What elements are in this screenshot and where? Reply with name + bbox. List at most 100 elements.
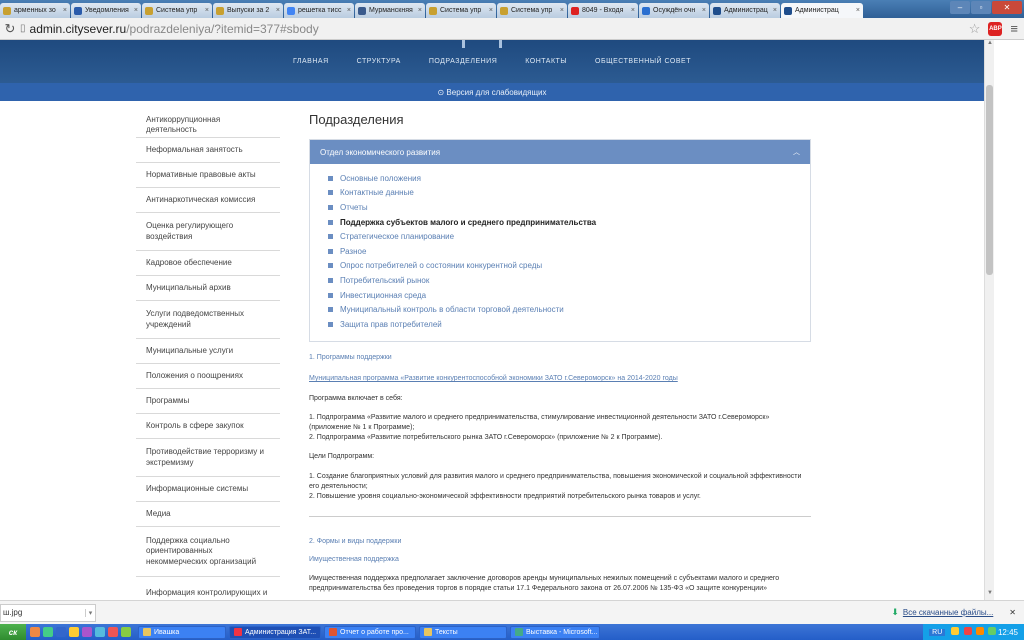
browser-tab[interactable]: Администрац × (781, 3, 863, 18)
nav-main[interactable]: ГЛАВНАЯ (293, 58, 329, 65)
page-scrollbar[interactable]: ▲ ▼ (984, 40, 994, 600)
tab-close-icon[interactable]: × (347, 7, 351, 14)
close-window-button[interactable]: ✕ (992, 1, 1022, 14)
browser-tab[interactable]: Система упр × (497, 3, 567, 18)
language-indicator[interactable]: RU (929, 628, 946, 636)
sidebar-item[interactable]: Оценка регулирующего воздействия (136, 213, 280, 251)
nav-departments[interactable]: ПОДРАЗДЕЛЕНИЯ (429, 58, 497, 65)
sidebar-item[interactable]: Поддержка социально ориентированных неко… (136, 527, 280, 577)
tray-icon[interactable] (963, 627, 972, 635)
taskbar-task[interactable]: Отчет о работе про... (324, 625, 416, 639)
download-item[interactable]: ш.jpg ▾ (0, 603, 96, 622)
sidebar-item[interactable]: Нормативные правовые акты (136, 163, 280, 188)
nav-structure[interactable]: СТРУКТУРА (357, 58, 401, 65)
browser-tab[interactable]: Осуждён очн × (639, 3, 709, 18)
browser-tab[interactable]: решетка тисс × (284, 3, 354, 18)
bullet-icon (328, 234, 333, 240)
sidebar-item[interactable]: Программы (136, 389, 280, 414)
tab-close-icon[interactable]: × (631, 7, 635, 14)
subsection-link[interactable]: Муниципальный контроль в области торгово… (328, 302, 792, 317)
chevron-down-icon[interactable]: ▾ (85, 608, 95, 617)
sidebar-item[interactable]: Информационные системы (136, 477, 280, 502)
subsection-link[interactable]: Потребительский рынок (328, 273, 792, 288)
tab-close-icon[interactable]: × (489, 7, 493, 14)
taskbar-task[interactable]: Выставка - Microsoft... (510, 625, 600, 639)
browser-menu-icon[interactable]: ≡ (1010, 21, 1018, 36)
browser-tab[interactable]: Система упр × (142, 3, 212, 18)
maximize-button[interactable]: ▫ (971, 1, 991, 14)
sidebar-item[interactable]: Положения о поощрениях (136, 364, 280, 389)
tab-close-icon[interactable]: × (134, 7, 138, 14)
quick-launch (26, 627, 138, 637)
task-app-icon (515, 628, 523, 636)
quick-launch-icon[interactable] (56, 627, 66, 637)
subsection-link[interactable]: Инвестиционная среда (328, 288, 792, 303)
taskbar-task[interactable]: Ивашка (138, 625, 226, 639)
quick-launch-icon[interactable] (30, 627, 40, 637)
sidebar-item[interactable]: Антинаркотическая комиссия (136, 188, 280, 213)
tray-icon[interactable] (987, 627, 996, 635)
bookmark-star-icon[interactable]: ☆ (969, 21, 981, 37)
sidebar-item[interactable]: Неформальная занятость (136, 138, 280, 163)
adblock-icon[interactable]: ABP (988, 21, 1003, 36)
browser-tab[interactable]: Мурманскняя × (355, 3, 425, 18)
subsection-link[interactable]: Разное (328, 244, 792, 259)
sidebar-item[interactable]: Медиа (136, 502, 280, 527)
quick-launch-icon[interactable] (121, 627, 131, 637)
nav-contacts[interactable]: КОНТАКТЫ (525, 58, 567, 65)
sidebar-item[interactable]: Кадровое обеспечение (136, 251, 280, 276)
tab-close-icon[interactable]: × (205, 7, 209, 14)
browser-tab[interactable]: Система упр × (426, 3, 496, 18)
sidebar-item[interactable]: Противодействие терроризму и экстремизму (136, 439, 280, 477)
tab-close-icon[interactable]: × (418, 7, 422, 14)
article-content: 1. Программы поддержки Муниципальная про… (309, 353, 811, 594)
subsection-link[interactable]: Защита прав потребителей (328, 317, 792, 332)
sidebar-item[interactable]: Услуги подведомственных учреждений (136, 301, 280, 339)
scrollbar-thumb[interactable] (986, 85, 993, 275)
quick-launch-icon[interactable] (82, 627, 92, 637)
all-downloads-link[interactable]: Все скачанные файлы... (903, 608, 993, 617)
tab-close-icon[interactable]: × (276, 7, 280, 14)
sidebar-item[interactable]: Контроль в сфере закупок (136, 414, 280, 439)
reload-icon[interactable]: ↻ (0, 21, 20, 37)
subsection-link[interactable]: Контактные данные (328, 186, 792, 201)
quick-launch-icon[interactable] (108, 627, 118, 637)
accordion-header[interactable]: Отдел экономического развития ︿ (310, 140, 810, 164)
browser-tab[interactable]: 8049 - Входя × (568, 3, 638, 18)
nav-public-council[interactable]: ОБЩЕСТВЕННЫЙ СОВЕТ (595, 58, 691, 65)
taskbar-task[interactable]: Администрация ЗАТ... (229, 625, 321, 639)
subsection-link[interactable]: Опрос потребителей о состоянии конкурент… (328, 259, 792, 274)
subsection-link[interactable]: Поддержка субъектов малого и среднего пр… (328, 215, 792, 230)
tray-icon[interactable] (951, 627, 960, 635)
browser-tab[interactable]: Администрац × (710, 3, 780, 18)
tab-close-icon[interactable]: × (856, 7, 860, 14)
browser-tab[interactable]: Уведомления × (71, 3, 141, 18)
tab-close-icon[interactable]: × (702, 7, 706, 14)
bullet-icon (328, 190, 333, 196)
minimize-button[interactable]: – (950, 1, 970, 14)
bullet-icon (328, 204, 333, 210)
tab-close-icon[interactable]: × (63, 7, 67, 14)
taskbar-task[interactable]: Тексты (419, 625, 507, 639)
accessibility-link[interactable]: ⊙ Версия для слабовидящих (0, 83, 984, 101)
subsection-link[interactable]: Стратегическое планирование (328, 229, 792, 244)
tab-close-icon[interactable]: × (773, 7, 777, 14)
subsection-link[interactable]: Основные положения (328, 171, 792, 186)
quick-launch-icon[interactable] (95, 627, 105, 637)
subsection-link-label: Контактные данные (340, 188, 414, 198)
quick-launch-icon[interactable] (69, 627, 79, 637)
tray-icon[interactable] (975, 627, 984, 635)
url-field[interactable]: admin.citysever.ru/podrazdeleniya/?itemi… (30, 22, 319, 36)
sidebar-item[interactable]: Антикоррупционная деятельность (136, 113, 280, 138)
subsection-link[interactable]: Отчеты (328, 200, 792, 215)
close-downloads-icon[interactable]: ✕ (1009, 608, 1016, 617)
start-button[interactable]: ск (0, 624, 26, 640)
browser-tab[interactable]: Выпуски за 2 × (213, 3, 283, 18)
tab-label: Система упр (440, 7, 482, 14)
tab-close-icon[interactable]: × (560, 7, 564, 14)
program-link[interactable]: Муниципальная программа «Развитие конкур… (309, 374, 811, 384)
sidebar-item[interactable]: Муниципальный архив (136, 276, 280, 301)
browser-tab[interactable]: арменных зо × (0, 3, 70, 18)
sidebar-item[interactable]: Муниципальные услуги (136, 339, 280, 364)
quick-launch-icon[interactable] (43, 627, 53, 637)
